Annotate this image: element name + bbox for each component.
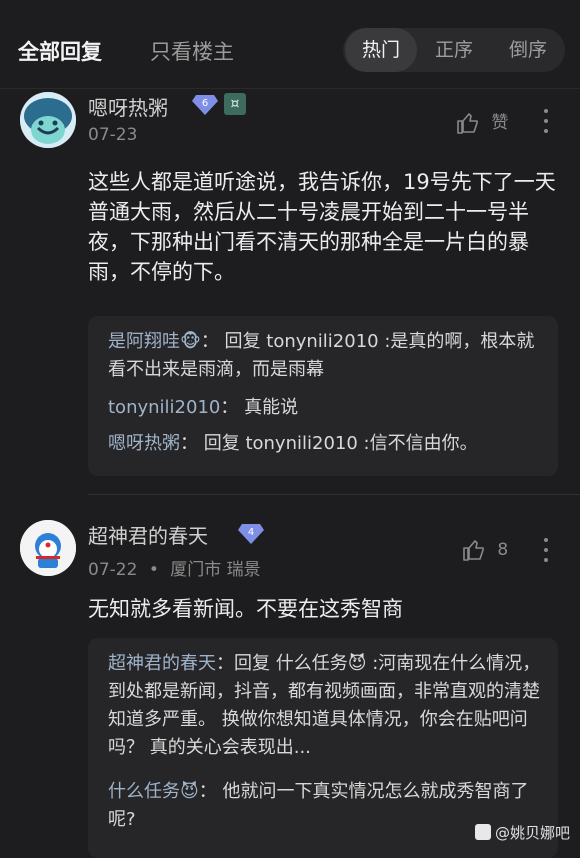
username[interactable]: 嗯呀热粥 bbox=[88, 92, 168, 121]
comment-text: 无知就多看新闻。不要在这秀智商 bbox=[88, 597, 403, 621]
reply-separator: ： bbox=[180, 433, 198, 454]
member-badge-icon: ¤ bbox=[224, 93, 246, 115]
comment-location: 厦门市 瑞景 bbox=[170, 560, 261, 580]
reply-author[interactable]: 超神君的春天 bbox=[108, 653, 216, 674]
sort-hot-button[interactable]: 热门 bbox=[345, 28, 417, 72]
sort-asc-button[interactable]: 正序 bbox=[417, 28, 491, 72]
thumbs-up-icon bbox=[457, 113, 478, 134]
reply-item: tonynili2010： 真能说 bbox=[108, 394, 544, 422]
reply-author[interactable]: tonynili2010 bbox=[108, 397, 220, 418]
sort-desc-button[interactable]: 倒序 bbox=[491, 28, 565, 72]
like-button[interactable]: 8 bbox=[462, 538, 508, 562]
svg-text:4: 4 bbox=[248, 527, 254, 538]
avatar[interactable] bbox=[20, 520, 76, 576]
reply-author[interactable]: 是阿翔哇🐵 bbox=[108, 331, 201, 352]
comment-item: 嗯呀热粥 6 ¤ 07-23 赞 这些人都是道听途说，我告诉你，19号先下了一天… bbox=[0, 88, 580, 498]
level-gem-icon: 6 bbox=[192, 93, 218, 115]
tab-owner-only[interactable]: 只看楼主 bbox=[150, 36, 234, 66]
username[interactable]: 超神君的春天 bbox=[88, 520, 208, 549]
reply-box[interactable]: 是阿翔哇🐵： 回复 tonynili2010 :是真的啊，根本就看不出来是雨滴，… bbox=[88, 316, 558, 476]
reply-author[interactable]: 什么任务😈 bbox=[108, 781, 199, 802]
tab-all-replies[interactable]: 全部回复 bbox=[18, 36, 102, 66]
level-gem-icon: 4 bbox=[238, 522, 264, 544]
thumbs-up-icon bbox=[463, 540, 484, 561]
comment-item: 超神君的春天 4 07-22 • 厦门市 瑞景 8 无知就多看新闻。不要在这秀智… bbox=[0, 520, 580, 858]
watermark-text: @姚贝娜吧 bbox=[494, 824, 570, 842]
reply-item: 嗯呀热粥： 回复 tonynili2010 :信不信由你。 bbox=[108, 430, 544, 458]
top-bar: 全部回复 只看楼主 热门 正序 倒序 bbox=[0, 0, 580, 89]
divider bbox=[88, 494, 580, 495]
like-count: 8 bbox=[497, 540, 509, 560]
reply-separator: ： bbox=[216, 653, 234, 674]
reply-text: 回复 tonynili2010 :信不信由你。 bbox=[203, 433, 478, 454]
watermark: @姚贝娜吧 bbox=[474, 822, 570, 843]
reply-item: 是阿翔哇🐵： 回复 tonynili2010 :是真的啊，根本就看不出来是雨滴，… bbox=[108, 328, 544, 384]
more-options-icon[interactable] bbox=[543, 109, 549, 139]
comment-text: 这些人都是道听途说，我告诉你，19号先下了一天普通大雨，然后从二十号凌晨开始到二… bbox=[88, 170, 556, 284]
sort-segmented-control: 热门 正序 倒序 bbox=[343, 28, 565, 72]
reply-author[interactable]: 嗯呀热粥 bbox=[108, 433, 180, 454]
like-label: 赞 bbox=[491, 113, 509, 133]
reply-separator: ： bbox=[198, 781, 217, 802]
reply-item: 超神君的春天：回复 什么任务😈 :河南现在什么情况，到处都是新闻，抖音，都有视频… bbox=[108, 650, 544, 762]
svg-text:6: 6 bbox=[202, 98, 208, 109]
meta-dot: • bbox=[148, 560, 159, 580]
reply-text: 真能说 bbox=[244, 397, 299, 418]
reply-separator: ： bbox=[200, 331, 219, 352]
avatar[interactable] bbox=[20, 92, 76, 148]
comment-date: 07-23 bbox=[88, 125, 138, 145]
comment-meta: 07-22 • 厦门市 瑞景 bbox=[88, 555, 261, 580]
comment-date: 07-22 bbox=[88, 560, 138, 580]
like-button[interactable]: 赞 bbox=[456, 108, 508, 135]
reply-separator: ： bbox=[220, 397, 239, 418]
more-options-icon[interactable] bbox=[543, 538, 549, 568]
weibo-logo-icon bbox=[474, 824, 491, 840]
